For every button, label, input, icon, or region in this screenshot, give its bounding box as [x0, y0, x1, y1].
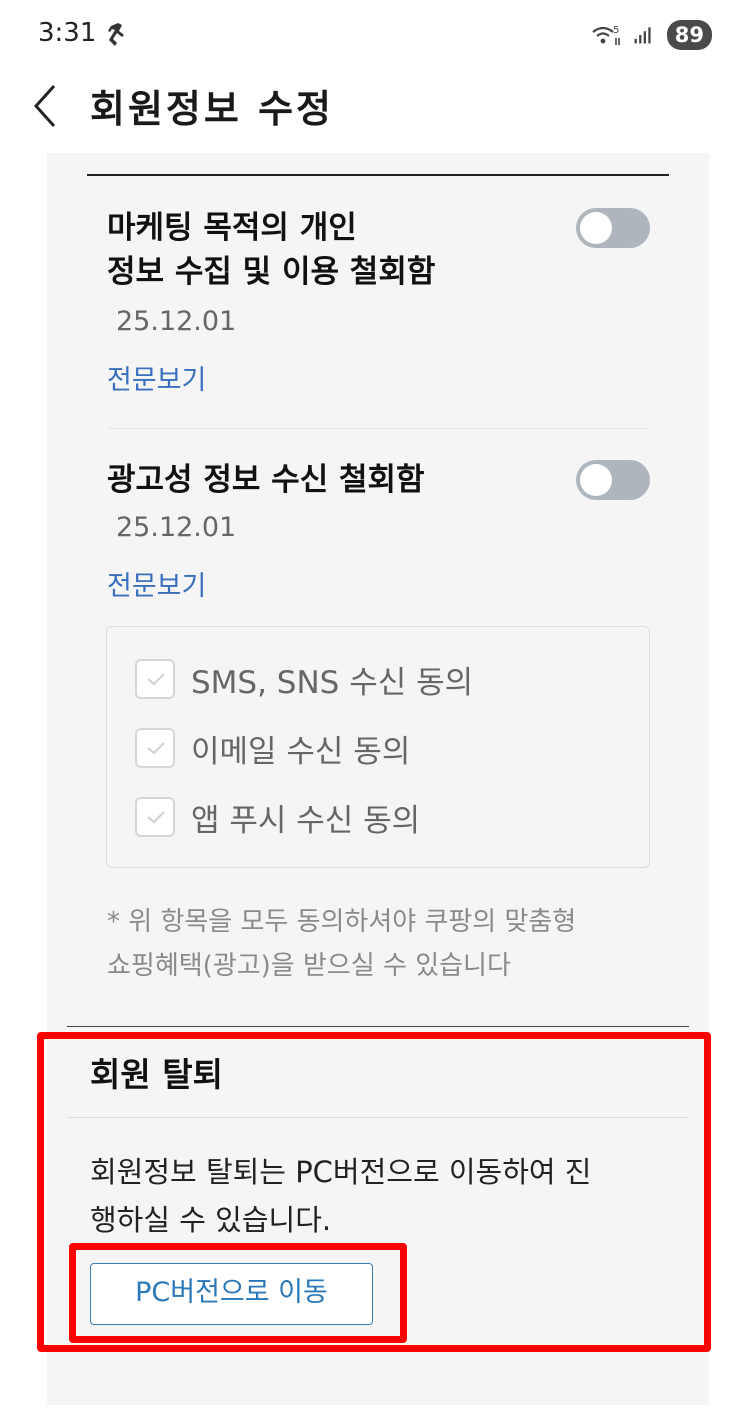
runner-icon: [108, 23, 124, 46]
view-full-text-link[interactable]: 전문보기: [107, 564, 206, 603]
channel-label: SMS, SNS 수신 동의: [191, 664, 474, 701]
consent-notice: * 위 항목을 모두 동의하셔야 쿠팡의 맞춤형 쇼핑혜택(광고)을 받으실 수…: [107, 907, 577, 981]
page-header: 회원정보 수정: [0, 72, 756, 152]
channel-label: 이메일 수신 동의: [191, 733, 411, 770]
consent-title-marketing: 마케팅 목적의 개인 정보 수집 및 이용 철회함: [107, 210, 436, 290]
status-time: 3:31: [38, 18, 97, 48]
toggle-knob: [580, 212, 612, 244]
consent-date: 25.12.01: [116, 512, 237, 543]
divider: [107, 428, 649, 429]
signal-icon: [634, 27, 651, 44]
status-indicators: 5 89: [591, 20, 712, 50]
page-title: 회원정보 수정: [90, 87, 334, 131]
checkbox[interactable]: [135, 659, 175, 699]
consent-title-ads: 광고성 정보 수신 철회함: [107, 462, 425, 498]
toggle-marketing[interactable]: [576, 208, 650, 248]
toggle-knob: [580, 464, 612, 496]
consent-date: 25.12.01: [116, 306, 237, 337]
channel-options: SMS, SNS 수신 동의 이메일 수신 동의 앱 푸시 수신 동의: [106, 626, 650, 868]
checkbox[interactable]: [135, 728, 175, 768]
checkbox[interactable]: [135, 797, 175, 837]
channel-option-push[interactable]: 앱 푸시 수신 동의: [135, 797, 421, 839]
wifi-icon: 5: [592, 25, 620, 45]
highlight-box: [69, 1243, 407, 1343]
view-full-text-link[interactable]: 전문보기: [107, 358, 206, 397]
section-divider: [67, 1026, 689, 1027]
channel-option-email[interactable]: 이메일 수신 동의: [135, 728, 411, 770]
channel-label: 앱 푸시 수신 동의: [191, 802, 421, 839]
svg-text:5: 5: [613, 25, 619, 36]
section-divider: [87, 174, 669, 176]
check-icon: [147, 742, 165, 755]
check-icon: [147, 811, 165, 824]
check-icon: [147, 673, 165, 686]
toggle-ads[interactable]: [576, 460, 650, 500]
status-bar: 3:31 5 89: [0, 0, 756, 72]
chevron-left-icon[interactable]: [26, 82, 66, 130]
battery-icon: 89: [666, 20, 712, 50]
channel-option-sms[interactable]: SMS, SNS 수신 동의: [135, 659, 474, 701]
